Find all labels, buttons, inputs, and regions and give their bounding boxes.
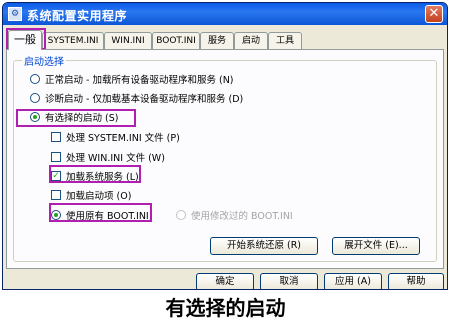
process-system-ini-label[interactable]: 处理 SYSTEM.INI 文件 (P) [66, 130, 180, 144]
process-win-ini-label[interactable]: 处理 WIN.INI 文件 (W) [66, 150, 165, 164]
checkbox-load-startup-items[interactable] [51, 190, 61, 200]
load-startup-items-label[interactable]: 加载启动项 (O) [66, 188, 131, 202]
radio-normal-startup[interactable] [30, 74, 40, 84]
window-title: 系统配置实用程序 [27, 9, 128, 23]
help-button[interactable]: 帮助 [388, 273, 444, 289]
ok-button[interactable]: 确定 [196, 273, 254, 289]
tab-general[interactable]: 一般 [8, 30, 42, 50]
cancel-button[interactable]: 取消 [260, 273, 318, 289]
tab-strip: 一般 SYSTEM.INI WIN.INI BOOT.INI 服务 启动 工具 [6, 30, 446, 50]
radio-use-modified-boot-ini [176, 210, 186, 220]
diagnostic-startup-label[interactable]: 诊断启动 - 仅加载基本设备驱动程序和服务 (D) [45, 91, 243, 105]
tab-services[interactable]: 服务 [200, 32, 234, 49]
startup-selection-group: 启动选择 正常启动 - 加载所有设备驱动程序和服务 (N) 诊断启动 - 仅加载… [13, 53, 437, 262]
highlight-selective-startup [16, 109, 136, 127]
expand-file-button[interactable]: 展开文件 (E)... [332, 237, 420, 255]
tab-boot-ini[interactable]: BOOT.INI [152, 32, 200, 49]
caption: 有选择的启动 [165, 296, 286, 320]
group-title: 启动选择 [22, 53, 66, 68]
tab-system-ini[interactable]: SYSTEM.INI [42, 32, 104, 49]
radio-diagnostic-startup[interactable] [30, 93, 40, 103]
tab-tools[interactable]: 工具 [268, 32, 302, 49]
highlight-use-original-boot-ini [49, 203, 152, 222]
tab-win-ini[interactable]: WIN.INI [104, 32, 152, 49]
apply-button[interactable]: 应用 (A) [324, 273, 382, 289]
title-bar[interactable]: ⚙ 系统配置实用程序 ✕ [3, 3, 447, 25]
screenshot: ⚙ 系统配置实用程序 ✕ 一般 SYSTEM.INI WIN.INI BOOT.… [0, 0, 451, 325]
close-button[interactable]: ✕ [425, 5, 443, 23]
tab-startup[interactable]: 启动 [234, 32, 268, 49]
normal-startup-label[interactable]: 正常启动 - 加载所有设备驱动程序和服务 (N) [45, 72, 234, 86]
msconfig-window: ⚙ 系统配置实用程序 ✕ 一般 SYSTEM.INI WIN.INI BOOT.… [2, 2, 448, 290]
launch-system-restore-button[interactable]: 开始系统还原 (R) [210, 237, 318, 255]
tab-panel-general: 启动选择 正常启动 - 加载所有设备驱动程序和服务 (N) 诊断启动 - 仅加载… [6, 49, 444, 269]
use-modified-boot-ini-label: 使用修改过的 BOOT.INI [191, 211, 293, 222]
checkbox-process-win-ini[interactable] [51, 152, 61, 162]
checkbox-process-system-ini[interactable] [51, 132, 61, 142]
highlight-load-services [49, 165, 141, 183]
app-icon: ⚙ [8, 7, 22, 21]
